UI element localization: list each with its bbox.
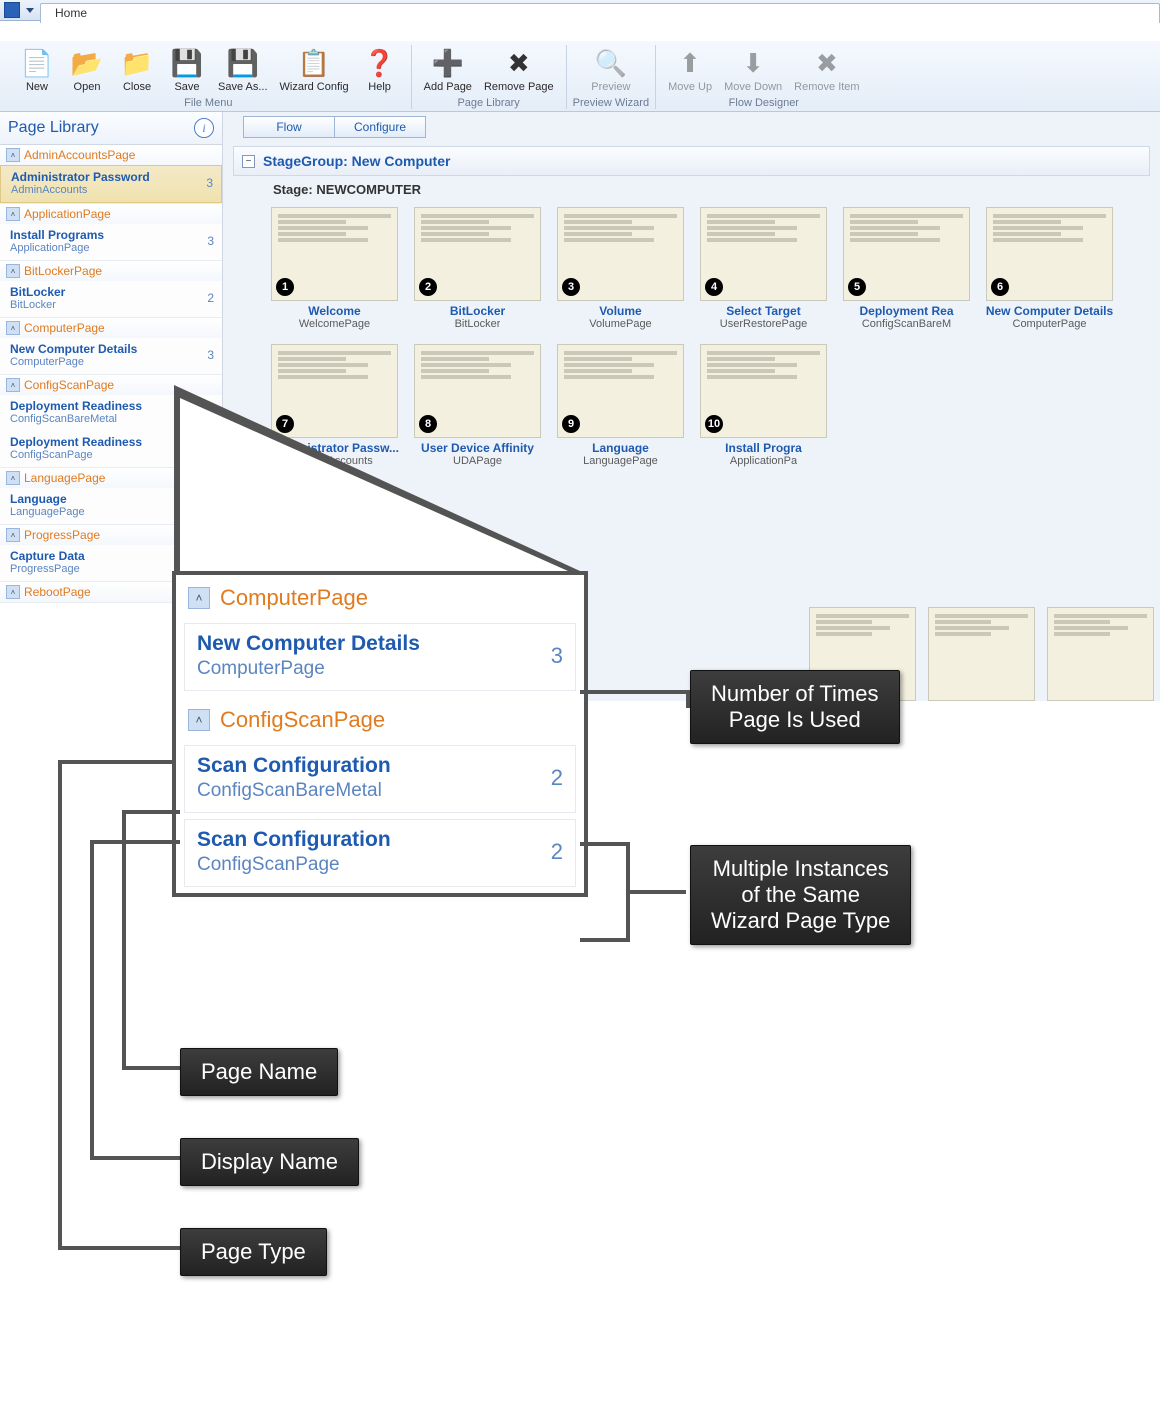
chevron-up-icon: ˄ xyxy=(6,471,20,485)
chevron-up-icon: ˄ xyxy=(6,207,20,221)
save-icon: 💾 xyxy=(171,47,203,79)
remove-page-icon: ✖ xyxy=(503,47,535,79)
stagegroup-title: StageGroup: New Computer xyxy=(263,153,450,169)
save-button[interactable]: 💾Save xyxy=(162,45,212,95)
collapse-icon[interactable]: − xyxy=(242,155,255,168)
stage-thumb[interactable]: 5Deployment ReaConfigScanBareM xyxy=(839,207,974,330)
move-up-button: ⬆Move Up xyxy=(662,45,718,95)
page-library-sidebar: Page Library i ˄AdminAccountsPageAdminis… xyxy=(0,112,223,701)
add-page-icon: ➕ xyxy=(432,47,464,79)
help-button[interactable]: ❓Help xyxy=(355,45,405,95)
tab-configure[interactable]: Configure xyxy=(334,116,426,138)
stage-thumb[interactable]: 9LanguageLanguagePage xyxy=(553,344,688,467)
save-as-icon: 💾 xyxy=(227,47,259,79)
sidebar-title: Page Library xyxy=(8,119,99,137)
wizard-config-button[interactable]: 📋Wizard Config xyxy=(274,45,355,95)
category-header[interactable]: ˄ProgressPage xyxy=(0,525,222,545)
chevron-up-icon: ˄ xyxy=(6,264,20,278)
flow-designer-main: Flow Configure − StageGroup: New Compute… xyxy=(223,112,1160,701)
tab-home[interactable]: Home xyxy=(40,3,1160,23)
category-header[interactable]: ˄ComputerPage xyxy=(0,318,222,338)
category-header[interactable]: ˄ApplicationPage xyxy=(0,204,222,224)
callout-displayname: Display Name xyxy=(180,1138,359,1186)
chevron-up-icon: ˄ xyxy=(6,378,20,392)
new-button[interactable]: 📄New xyxy=(12,45,62,95)
thumb-extra[interactable] xyxy=(928,607,1035,701)
chevron-up-icon: ˄ xyxy=(6,528,20,542)
library-item[interactable]: LanguageLanguagePage xyxy=(0,488,222,524)
category-header[interactable]: ˄ConfigScanPage xyxy=(0,375,222,395)
library-item[interactable]: Deployment ReadinessConfigScanBareMetal xyxy=(0,395,222,431)
stage-thumb[interactable]: 10Install PrograApplicationPa xyxy=(696,344,831,467)
chevron-up-icon: ˄ xyxy=(6,321,20,335)
category-header[interactable]: ˄LanguagePage xyxy=(0,468,222,488)
stage-thumb[interactable]: 1WelcomeWelcomePage xyxy=(267,207,402,330)
open-icon: 📂 xyxy=(71,47,103,79)
move-up-icon: ⬆ xyxy=(674,47,706,79)
library-item[interactable]: Capture DataProgressPage xyxy=(0,545,222,581)
library-item[interactable]: Install ProgramsApplicationPage3 xyxy=(0,224,222,260)
stage-thumb[interactable]: 4Select TargetUserRestorePage xyxy=(696,207,831,330)
chevron-up-icon: ˄ xyxy=(6,148,20,162)
info-icon[interactable]: i xyxy=(194,118,214,138)
stagegroup-bar[interactable]: − StageGroup: New Computer xyxy=(233,146,1150,176)
save-as-button[interactable]: 💾Save As... xyxy=(212,45,274,95)
library-item[interactable]: BitLockerBitLocker2 xyxy=(0,281,222,317)
preview-button: 🔍Preview xyxy=(585,45,636,95)
callout-pagename: Page Name xyxy=(180,1048,338,1096)
sidebar-header: Page Library i xyxy=(0,112,222,145)
add-page-button[interactable]: ➕Add Page xyxy=(418,45,478,95)
chevron-up-icon: ˄ xyxy=(6,585,20,599)
main-tabs: Flow Configure xyxy=(223,112,1160,138)
app-icon[interactable] xyxy=(4,2,20,18)
remove-item-button: ✖Remove Item xyxy=(788,45,865,95)
stage-thumb[interactable]: 7Administrator Passw...AdminAccounts xyxy=(267,344,402,467)
move-down-icon: ⬇ xyxy=(737,47,769,79)
stage-thumb[interactable]: 8User Device AffinityUDAPage xyxy=(410,344,545,467)
callout-pagetype: Page Type xyxy=(180,1228,327,1276)
library-item[interactable]: Administrator PasswordAdminAccounts3 xyxy=(0,165,222,203)
remove-page-button[interactable]: ✖Remove Page xyxy=(478,45,560,95)
close-button[interactable]: 📁Close xyxy=(112,45,162,95)
preview-icon: 🔍 xyxy=(595,47,627,79)
stage-thumb[interactable]: 3VolumeVolumePage xyxy=(553,207,688,330)
remove-item-icon: ✖ xyxy=(811,47,843,79)
help-icon: ❓ xyxy=(364,47,396,79)
stage-thumb[interactable]: 6New Computer DetailsComputerPage xyxy=(982,207,1117,330)
close-icon: 📁 xyxy=(121,47,153,79)
stage-thumb[interactable]: 2BitLockerBitLocker xyxy=(410,207,545,330)
thumb-extra[interactable] xyxy=(1047,607,1154,701)
category-header[interactable]: ˄RebootPage xyxy=(0,582,222,602)
zoom-item-scan-a: Scan ConfigurationConfigScanBareMetal 2 xyxy=(184,745,576,813)
tab-flow[interactable]: Flow xyxy=(243,116,335,138)
thumb-extra[interactable] xyxy=(809,607,916,701)
zoom-item-scan-b: Scan ConfigurationConfigScanPage 2 xyxy=(184,819,576,887)
move-down-button: ⬇Move Down xyxy=(718,45,788,95)
new-icon: 📄 xyxy=(21,47,53,79)
app-menu-dropdown-icon[interactable] xyxy=(26,8,34,13)
ribbon: 📄New📂Open📁Close💾Save💾Save As...📋Wizard C… xyxy=(0,41,1160,112)
category-header[interactable]: ˄BitLockerPage xyxy=(0,261,222,281)
stage-label: Stage: NEWCOMPUTER xyxy=(273,182,1160,197)
library-item[interactable]: Deployment ReadinessConfigScanPage xyxy=(0,431,222,467)
wizard-config-icon: 📋 xyxy=(298,47,330,79)
category-header[interactable]: ˄AdminAccountsPage xyxy=(0,145,222,165)
open-button[interactable]: 📂Open xyxy=(62,45,112,95)
callout-multi: Multiple Instances of the Same Wizard Pa… xyxy=(690,845,911,945)
library-item[interactable]: New Computer DetailsComputerPage3 xyxy=(0,338,222,374)
